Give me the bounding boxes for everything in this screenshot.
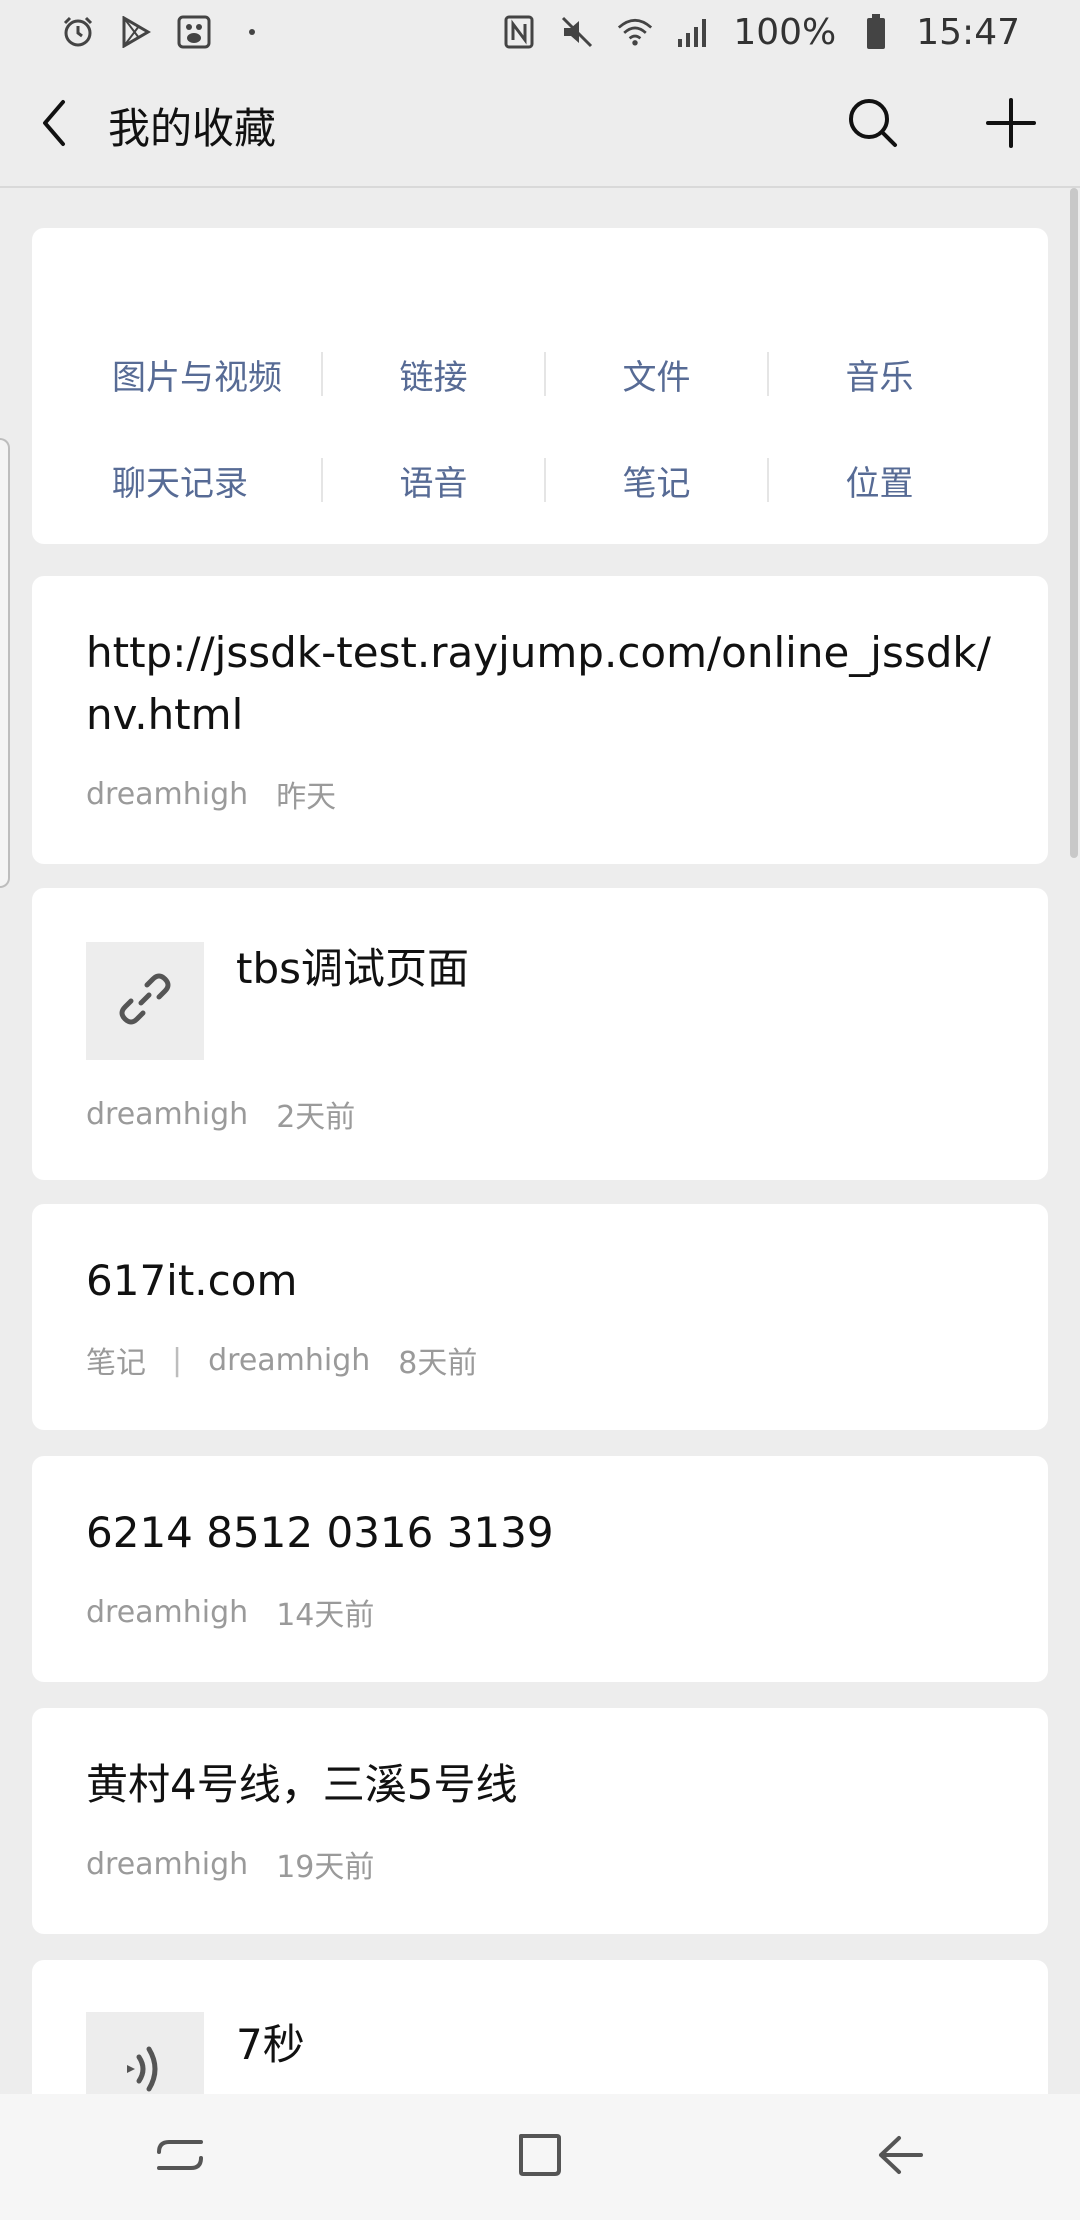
header-actions — [804, 63, 1080, 187]
item-author: dreamhigh — [86, 1096, 249, 1132]
search-icon — [847, 97, 899, 153]
item-title: tbs调试页面 — [236, 944, 470, 993]
system-nav-bar — [0, 2094, 1080, 2220]
favorite-item[interactable]: 黄村4号线，三溪5号线 dreamhigh 19天前 — [32, 1708, 1048, 1934]
search-button[interactable] — [804, 63, 942, 187]
page-title: 我的收藏 — [108, 103, 277, 153]
item-thumbnail — [86, 2012, 204, 2094]
status-bar: 100% 15:47 — [0, 0, 1080, 64]
home-button[interactable] — [480, 2107, 600, 2207]
item-meta: 笔记 | dreamhigh 8天前 — [86, 1338, 477, 1382]
item-time: 19天前 — [276, 1850, 375, 1885]
category-music[interactable]: 音乐 — [769, 344, 990, 404]
favorite-item[interactable]: http://jssdk-test.rayjump.com/online_jss… — [32, 576, 1048, 864]
home-icon — [517, 2132, 563, 2182]
back-button[interactable] — [4, 63, 104, 187]
category-voice[interactable]: 语音 — [323, 450, 544, 510]
category-row-2: 聊天记录 语音 笔记 位置 — [32, 450, 1048, 510]
nav-back-button[interactable] — [840, 2107, 960, 2207]
item-meta: dreamhigh 昨天 — [86, 772, 336, 816]
favorite-item[interactable]: 6214 8512 0316 3139 dreamhigh 14天前 — [32, 1456, 1048, 1682]
category-row-1: 图片与视频 链接 文件 音乐 — [32, 344, 1048, 404]
item-author: dreamhigh — [86, 1594, 249, 1630]
item-meta: dreamhigh 14天前 — [86, 1590, 374, 1634]
item-title: 7秒 — [236, 2020, 305, 2069]
scrollbar-thumb[interactable] — [1070, 188, 1078, 858]
play-store-icon — [118, 14, 154, 50]
alarm-icon — [60, 14, 96, 50]
meta-separator: | — [172, 1342, 183, 1378]
item-author: dreamhigh — [208, 1342, 371, 1378]
category-files[interactable]: 文件 — [546, 344, 767, 404]
category-filter-card: 图片与视频 链接 文件 音乐 聊天记录 语音 笔记 位置 — [32, 228, 1048, 544]
battery-icon — [858, 14, 894, 50]
category-grid: 图片与视频 链接 文件 音乐 聊天记录 语音 笔记 位置 — [32, 228, 1048, 544]
baidu-icon — [176, 14, 212, 50]
recents-button[interactable] — [120, 2107, 240, 2207]
category-notes[interactable]: 笔记 — [546, 450, 767, 510]
nfc-icon — [501, 14, 537, 50]
mute-icon — [559, 14, 595, 50]
clock: 15:47 — [916, 11, 1020, 53]
category-chat-history[interactable]: 聊天记录 — [32, 450, 321, 510]
app-header: 我的收藏 — [0, 64, 1080, 188]
item-meta: dreamhigh 2天前 — [86, 1092, 355, 1136]
add-button[interactable] — [942, 63, 1080, 187]
category-images-videos[interactable]: 图片与视频 — [32, 344, 321, 404]
item-type: 笔记 — [86, 1346, 146, 1381]
voice-icon — [121, 2041, 169, 2094]
favorite-item[interactable]: tbs调试页面 dreamhigh 2天前 — [32, 888, 1048, 1180]
item-author: dreamhigh — [86, 776, 249, 812]
chevron-left-icon — [39, 98, 69, 152]
item-title: 617it.com — [86, 1256, 298, 1305]
category-links[interactable]: 链接 — [323, 344, 544, 404]
favorite-item[interactable]: 617it.com 笔记 | dreamhigh 8天前 — [32, 1204, 1048, 1430]
favorites-list[interactable]: 图片与视频 链接 文件 音乐 聊天记录 语音 笔记 位置 http://jssd… — [0, 188, 1080, 2094]
signal-icon — [675, 14, 711, 50]
status-right-icons: 100% 15:47 — [501, 12, 1020, 53]
item-thumbnail — [86, 942, 204, 1060]
plus-icon — [986, 98, 1036, 152]
status-left-icons — [60, 14, 270, 50]
recents-icon — [155, 2132, 205, 2182]
item-time: 8天前 — [398, 1346, 478, 1381]
item-time: 14天前 — [276, 1598, 375, 1633]
item-time: 昨天 — [276, 780, 337, 815]
item-author: dreamhigh — [86, 1846, 249, 1882]
item-title: 6214 8512 0316 3139 — [86, 1508, 554, 1557]
favorite-item[interactable]: 7秒 — [32, 1960, 1048, 2094]
category-location[interactable]: 位置 — [769, 450, 990, 510]
back-arrow-icon — [875, 2132, 925, 2182]
dot-icon — [234, 14, 270, 50]
battery-percent: 100% — [733, 11, 837, 53]
item-time: 2天前 — [276, 1100, 356, 1135]
item-meta: dreamhigh 19天前 — [86, 1842, 374, 1886]
item-title: http://jssdk-test.rayjump.com/online_jss… — [86, 628, 991, 739]
wifi-icon — [617, 14, 653, 50]
link-icon — [117, 971, 173, 1031]
item-title: 黄村4号线，三溪5号线 — [86, 1760, 518, 1809]
